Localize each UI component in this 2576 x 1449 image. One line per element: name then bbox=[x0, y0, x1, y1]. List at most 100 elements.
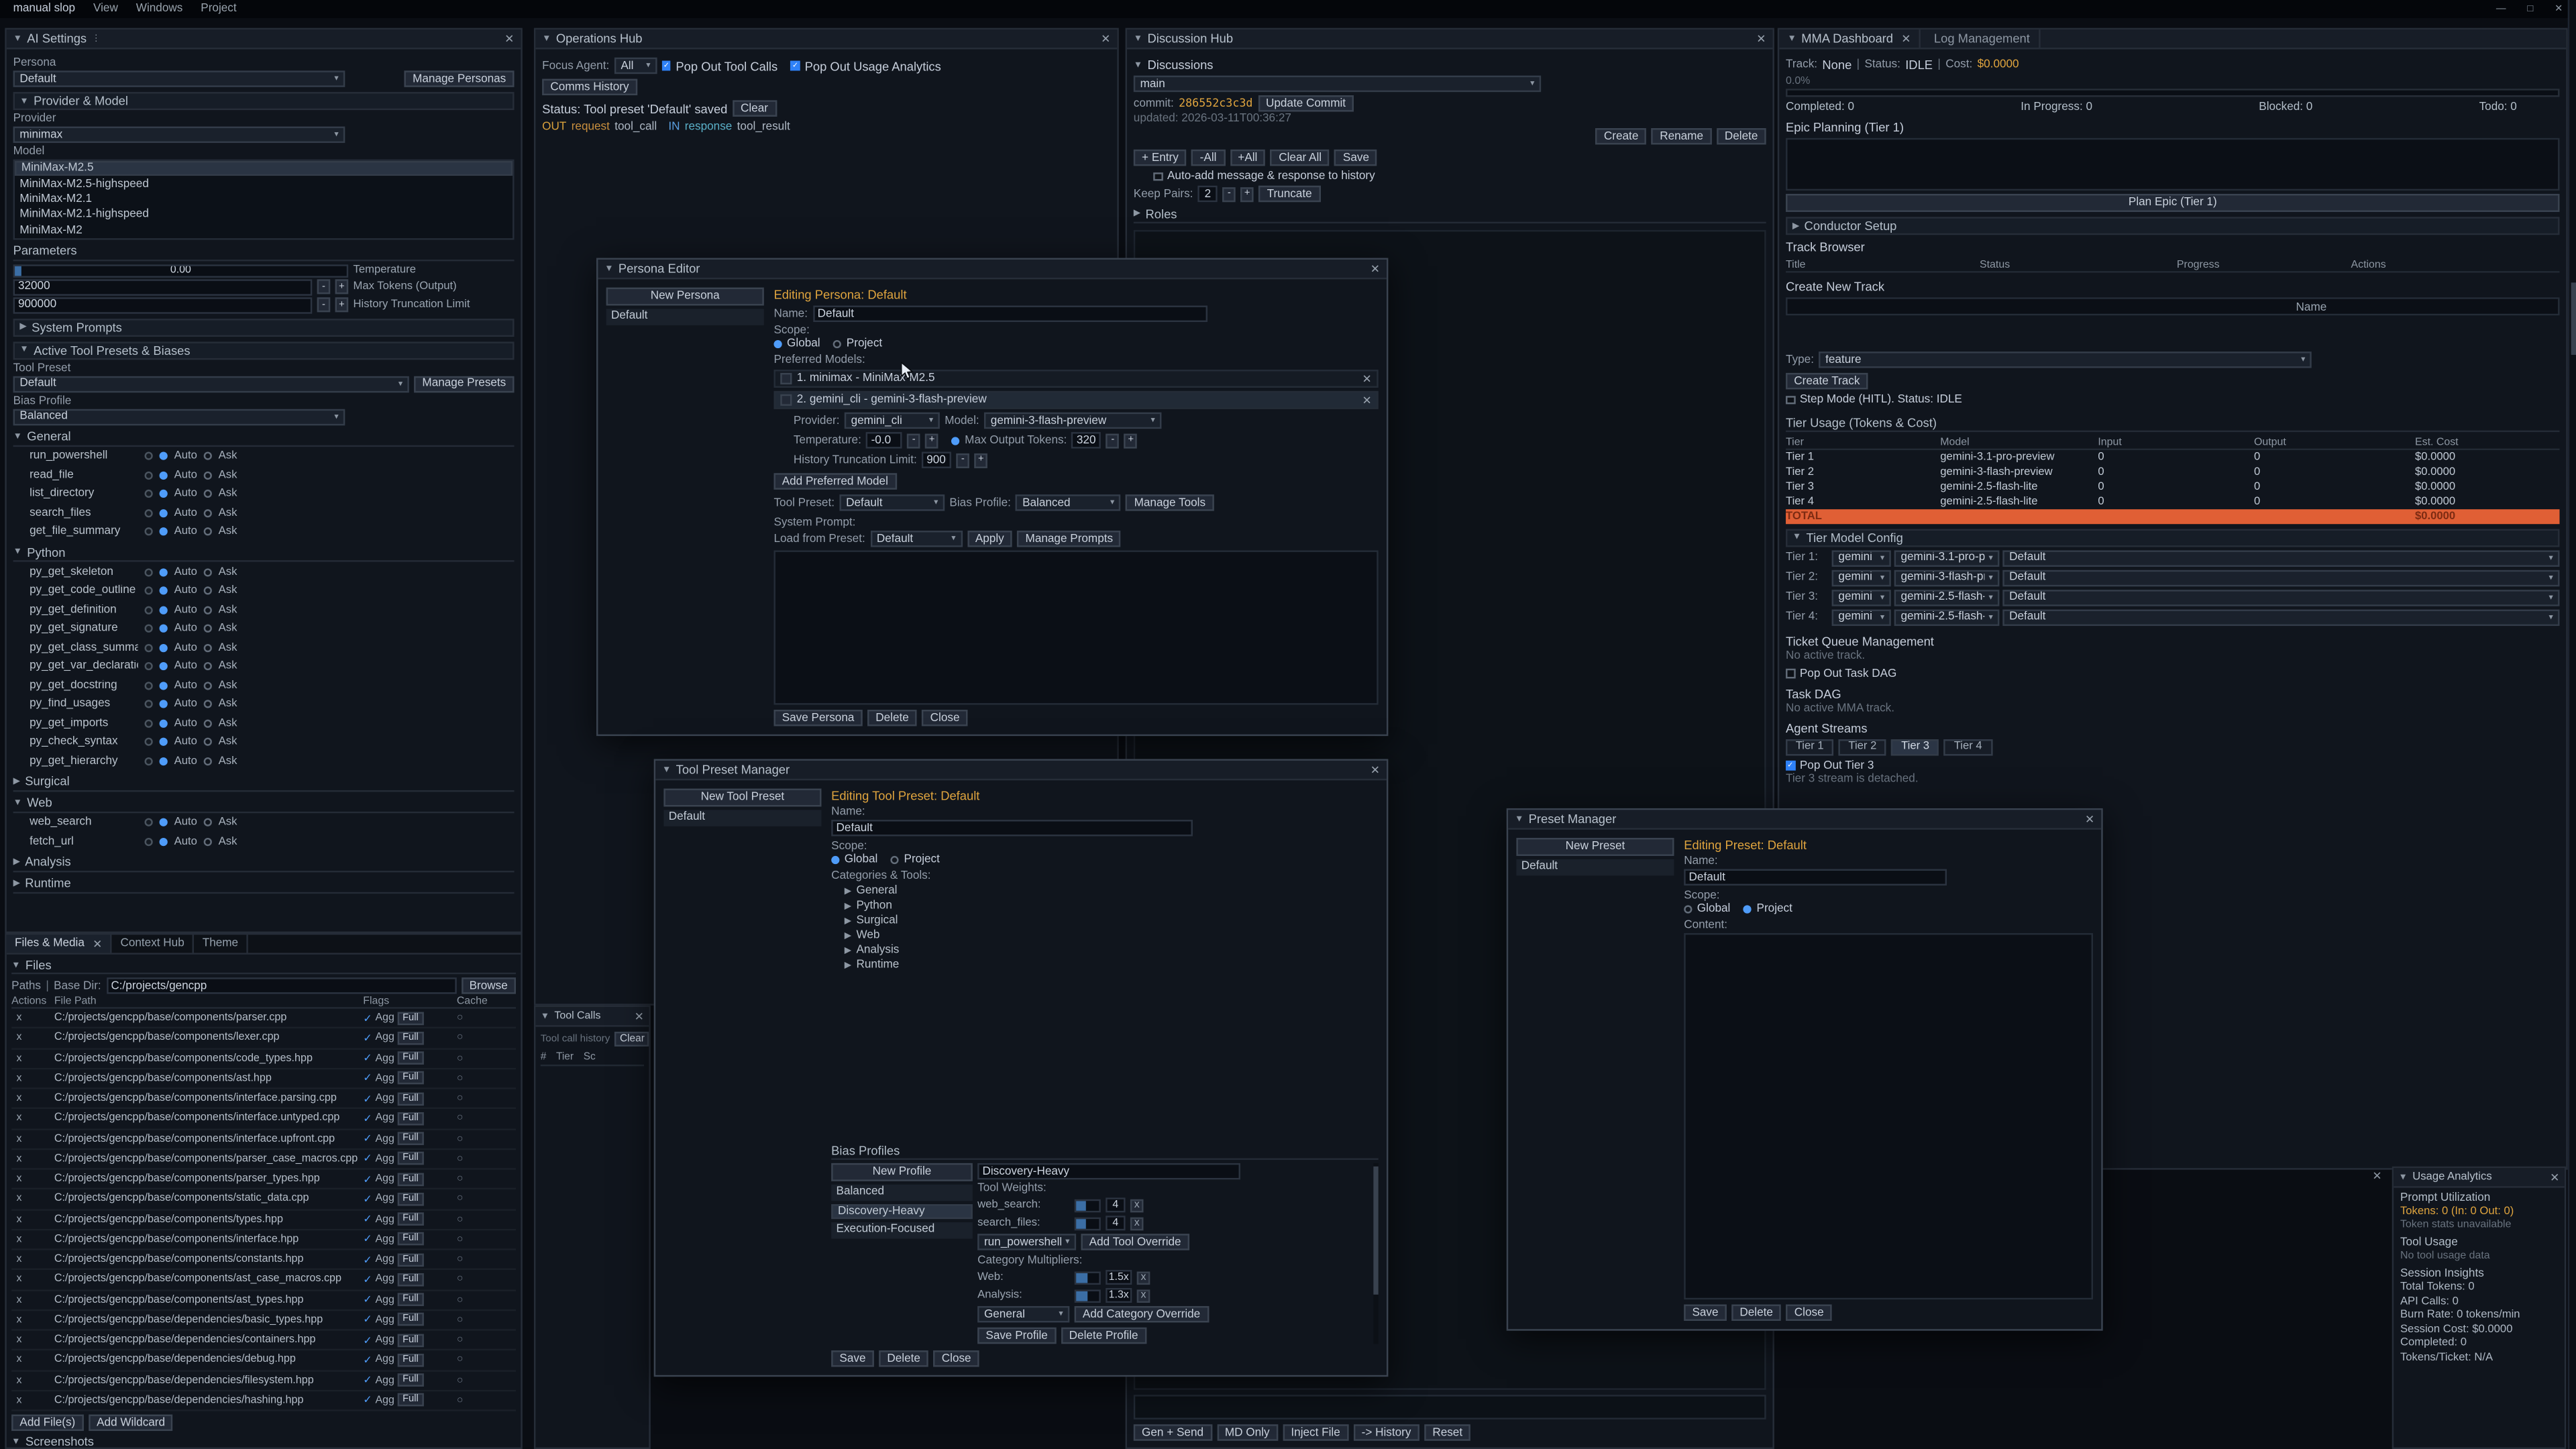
agg-check-icon[interactable]: ✓ bbox=[363, 1253, 372, 1267]
delete-tool-preset-button[interactable]: Delete bbox=[879, 1350, 928, 1366]
profile-name-input[interactable] bbox=[977, 1163, 1240, 1179]
tool-group-header-runtime[interactable]: ▶ Runtime bbox=[13, 875, 515, 894]
increment-button[interactable]: + bbox=[1240, 186, 1254, 201]
increment-button[interactable]: + bbox=[925, 433, 938, 447]
close-icon[interactable]: ✕ bbox=[1371, 763, 1380, 777]
model-option[interactable]: MiniMax-M2.1 bbox=[15, 192, 513, 207]
ask-radio[interactable] bbox=[204, 837, 212, 845]
auto-radio[interactable] bbox=[160, 662, 168, 670]
menu-item[interactable]: View bbox=[93, 3, 118, 15]
tier-preset-select[interactable]: Default▾ bbox=[2002, 608, 2559, 625]
cache-indicator-icon[interactable]: ○ bbox=[457, 1032, 516, 1044]
ask-radio[interactable] bbox=[204, 568, 212, 576]
remove-override-button[interactable]: x bbox=[1130, 1199, 1144, 1212]
decrement-button[interactable]: - bbox=[907, 433, 920, 447]
tier-preset-select[interactable]: Default▾ bbox=[2002, 549, 2559, 566]
agg-check-icon[interactable]: ✓ bbox=[363, 1092, 372, 1106]
tier-preset-select[interactable]: Default▾ bbox=[2002, 570, 2559, 586]
category-item[interactable]: ▶Python bbox=[831, 899, 1379, 914]
add-preferred-model-button[interactable]: Add Preferred Model bbox=[773, 473, 896, 489]
tool-group-header-analysis[interactable]: ▶ Analysis bbox=[13, 854, 515, 872]
ask-radio[interactable] bbox=[204, 757, 212, 765]
tier-model-select[interactable]: gemini-3-flash-preview▾ bbox=[1894, 570, 2000, 586]
full-button[interactable]: Full bbox=[398, 1152, 423, 1166]
agg-check-icon[interactable]: ✓ bbox=[363, 1233, 372, 1246]
files-section[interactable]: ▼ Files bbox=[11, 958, 516, 974]
auto-radio[interactable] bbox=[160, 471, 168, 479]
background-panel-close-icon[interactable]: ✕ bbox=[2372, 1170, 2381, 1183]
preset-list-item[interactable]: Default bbox=[1516, 859, 1674, 875]
pm-max-output-input[interactable] bbox=[1072, 432, 1102, 448]
tool-preset-select[interactable]: Default▾ bbox=[13, 376, 409, 392]
pop-out-usage-checkbox[interactable]: ✓ bbox=[791, 61, 800, 70]
pop-out-dag-checkbox[interactable] bbox=[1786, 669, 1794, 678]
full-button[interactable]: Full bbox=[398, 1112, 423, 1126]
model-option[interactable]: MiniMax-M2.5 bbox=[15, 161, 513, 176]
preset-manager-header[interactable]: ▼ Preset Manager ✕ bbox=[1508, 810, 2101, 829]
remove-file-button[interactable]: x bbox=[11, 1214, 54, 1225]
ask-radio[interactable] bbox=[204, 606, 212, 614]
roles-section[interactable]: ▶ Roles bbox=[1134, 205, 1766, 223]
collapse-icon[interactable]: ▼ bbox=[2399, 1172, 2408, 1182]
message-input[interactable] bbox=[1134, 1395, 1766, 1419]
close-icon[interactable]: ✕ bbox=[1371, 262, 1380, 276]
ask-radio[interactable] bbox=[204, 738, 212, 746]
auto-radio[interactable] bbox=[160, 490, 168, 498]
stream-tab-tier2[interactable]: Tier 2 bbox=[1839, 739, 1886, 755]
full-button[interactable]: Full bbox=[398, 1173, 423, 1186]
auto-radio[interactable] bbox=[160, 837, 168, 845]
increment-button[interactable]: + bbox=[335, 298, 349, 313]
ask-radio[interactable] bbox=[204, 508, 212, 517]
close-icon[interactable]: ✕ bbox=[1901, 32, 1911, 46]
ask-radio[interactable] bbox=[204, 700, 212, 708]
tool-toggle[interactable] bbox=[145, 587, 153, 595]
max-tokens-input[interactable] bbox=[13, 279, 313, 295]
increment-button[interactable]: + bbox=[335, 280, 349, 294]
decrement-button[interactable]: - bbox=[1106, 433, 1120, 447]
minimize-icon[interactable]: — bbox=[2496, 4, 2506, 14]
stream-tab-tier3[interactable]: Tier 3 bbox=[1891, 739, 1939, 755]
remove-file-button[interactable]: x bbox=[11, 1113, 54, 1124]
cache-indicator-icon[interactable]: ○ bbox=[457, 1274, 516, 1285]
full-button[interactable]: Full bbox=[398, 1052, 423, 1065]
clear-tool-calls-button[interactable]: Clear bbox=[615, 1032, 649, 1046]
auto-radio[interactable] bbox=[160, 587, 168, 595]
full-button[interactable]: Full bbox=[398, 1012, 423, 1025]
preset-content-textarea[interactable] bbox=[1684, 933, 2093, 1299]
remove-file-button[interactable]: x bbox=[11, 1173, 54, 1185]
tier-provider-select[interactable]: gemini▾ bbox=[1832, 549, 1891, 566]
full-button[interactable]: Full bbox=[398, 1233, 423, 1246]
remove-file-button[interactable]: x bbox=[11, 1153, 54, 1165]
full-button[interactable]: Full bbox=[398, 1032, 423, 1045]
preferred-model-row[interactable]: 1. minimax - MiniMax-M2.5 ✕ bbox=[773, 370, 1378, 388]
full-button[interactable]: Full bbox=[398, 1132, 423, 1146]
close-icon[interactable]: ✕ bbox=[2085, 812, 2094, 826]
delete-persona-button[interactable]: Delete bbox=[867, 710, 917, 726]
tool-calls-header[interactable]: ▼ Tool Calls ✕ bbox=[535, 1007, 649, 1026]
pop-out-tier3-checkbox[interactable]: ✓ bbox=[1786, 761, 1794, 769]
tool-toggle[interactable] bbox=[145, 818, 153, 826]
remove-override-button[interactable]: x bbox=[1137, 1289, 1150, 1302]
pm-temperature-input[interactable] bbox=[866, 432, 902, 448]
reorder-handle[interactable] bbox=[780, 394, 792, 406]
expand-icon[interactable]: ▶ bbox=[845, 945, 851, 955]
delete-profile-button[interactable]: Delete Profile bbox=[1061, 1328, 1146, 1344]
decrement-button[interactable]: - bbox=[317, 298, 331, 313]
comms-history-button[interactable]: Comms History bbox=[542, 79, 637, 95]
close-icon[interactable]: ✕ bbox=[2550, 1171, 2559, 1184]
cache-indicator-icon[interactable]: ○ bbox=[457, 1214, 516, 1225]
tier-model-select[interactable]: gemini-2.5-flash-lite▾ bbox=[1894, 589, 2000, 605]
agg-check-icon[interactable]: ✓ bbox=[363, 1394, 372, 1407]
tool-toggle[interactable] bbox=[145, 471, 153, 479]
operations-hub-header[interactable]: ▼ Operations Hub ✕ bbox=[535, 30, 1117, 49]
discussion-footer-button[interactable]: MD Only bbox=[1217, 1424, 1278, 1440]
cache-indicator-icon[interactable]: ○ bbox=[457, 1375, 516, 1386]
remove-file-button[interactable]: x bbox=[11, 1254, 54, 1265]
cache-indicator-icon[interactable]: ○ bbox=[457, 1113, 516, 1124]
tab-files-media[interactable]: Files & Media ✕ bbox=[7, 934, 112, 953]
tool-toggle[interactable] bbox=[145, 738, 153, 746]
usage-analytics-header[interactable]: ▼ Usage Analytics ✕ bbox=[2394, 1168, 2565, 1187]
expand-icon[interactable]: ▶ bbox=[845, 901, 851, 911]
tier-provider-select[interactable]: gemini▾ bbox=[1832, 570, 1891, 586]
clear-status-button[interactable]: Clear bbox=[733, 100, 776, 116]
